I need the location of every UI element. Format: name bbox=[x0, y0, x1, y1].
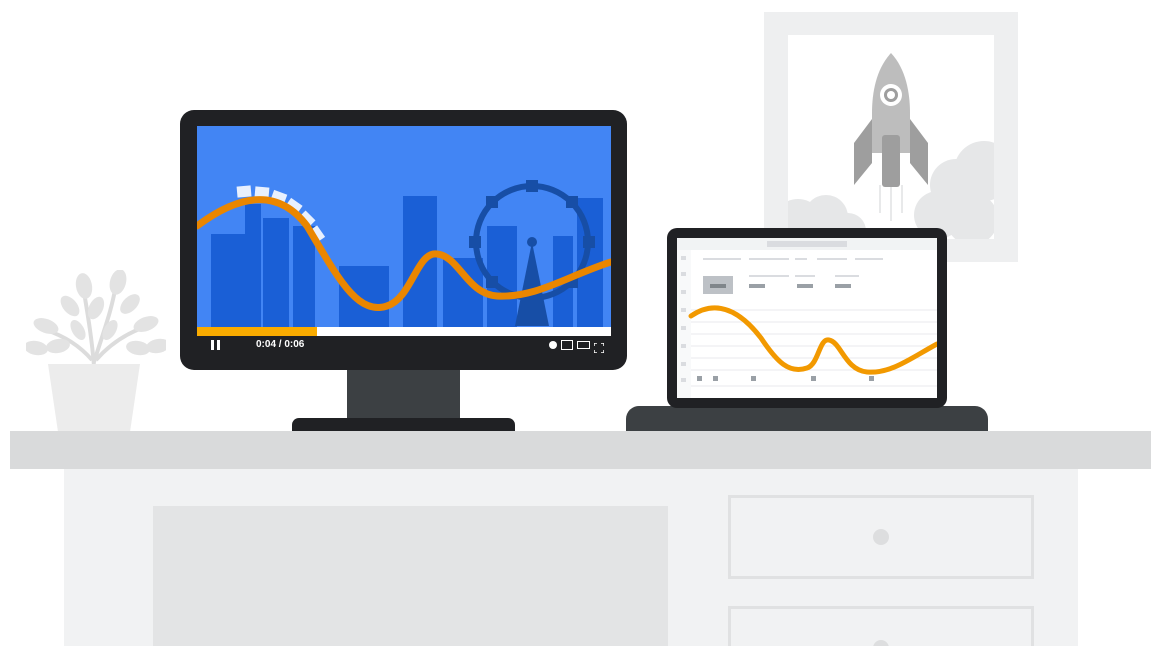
monitor-stand bbox=[347, 368, 460, 420]
rocket-icon bbox=[854, 53, 928, 187]
plant-pot bbox=[48, 364, 140, 432]
desk-drawer[interactable] bbox=[728, 495, 1034, 579]
rocket-illustration bbox=[788, 53, 994, 239]
analytics-dashboard-illustration bbox=[677, 238, 937, 398]
desk-scene: 0:04 / 0:06 bbox=[0, 0, 1151, 646]
drawer-knob bbox=[873, 640, 889, 646]
dot-icon[interactable] bbox=[549, 341, 557, 349]
monitor-base bbox=[292, 418, 515, 432]
laptop-base bbox=[626, 406, 988, 432]
desk-leg-panel bbox=[153, 506, 668, 646]
video-frame-illustration bbox=[197, 180, 611, 354]
line-chart-series bbox=[688, 305, 937, 375]
leaf-icon bbox=[26, 270, 166, 356]
pause-icon bbox=[211, 340, 214, 350]
desk-drawer[interactable] bbox=[728, 606, 1034, 646]
video-time-display: 0:04 / 0:06 bbox=[256, 339, 305, 350]
video-progress-fill bbox=[197, 327, 318, 336]
pause-button[interactable] bbox=[211, 340, 221, 350]
video-progress-bar[interactable] bbox=[197, 327, 611, 336]
video-controls-bar: 0:04 / 0:06 bbox=[197, 336, 611, 354]
theater-mode-icon[interactable] bbox=[577, 341, 590, 349]
laptop-screen bbox=[677, 238, 937, 398]
plant-stems bbox=[45, 283, 143, 367]
potted-plant bbox=[26, 270, 166, 432]
desk-top bbox=[10, 431, 1151, 469]
wall-picture bbox=[788, 35, 994, 239]
video-screen[interactable] bbox=[197, 126, 611, 354]
drawer-knob bbox=[873, 529, 889, 545]
small-player-icon[interactable] bbox=[561, 340, 573, 350]
fullscreen-icon[interactable] bbox=[593, 340, 605, 354]
